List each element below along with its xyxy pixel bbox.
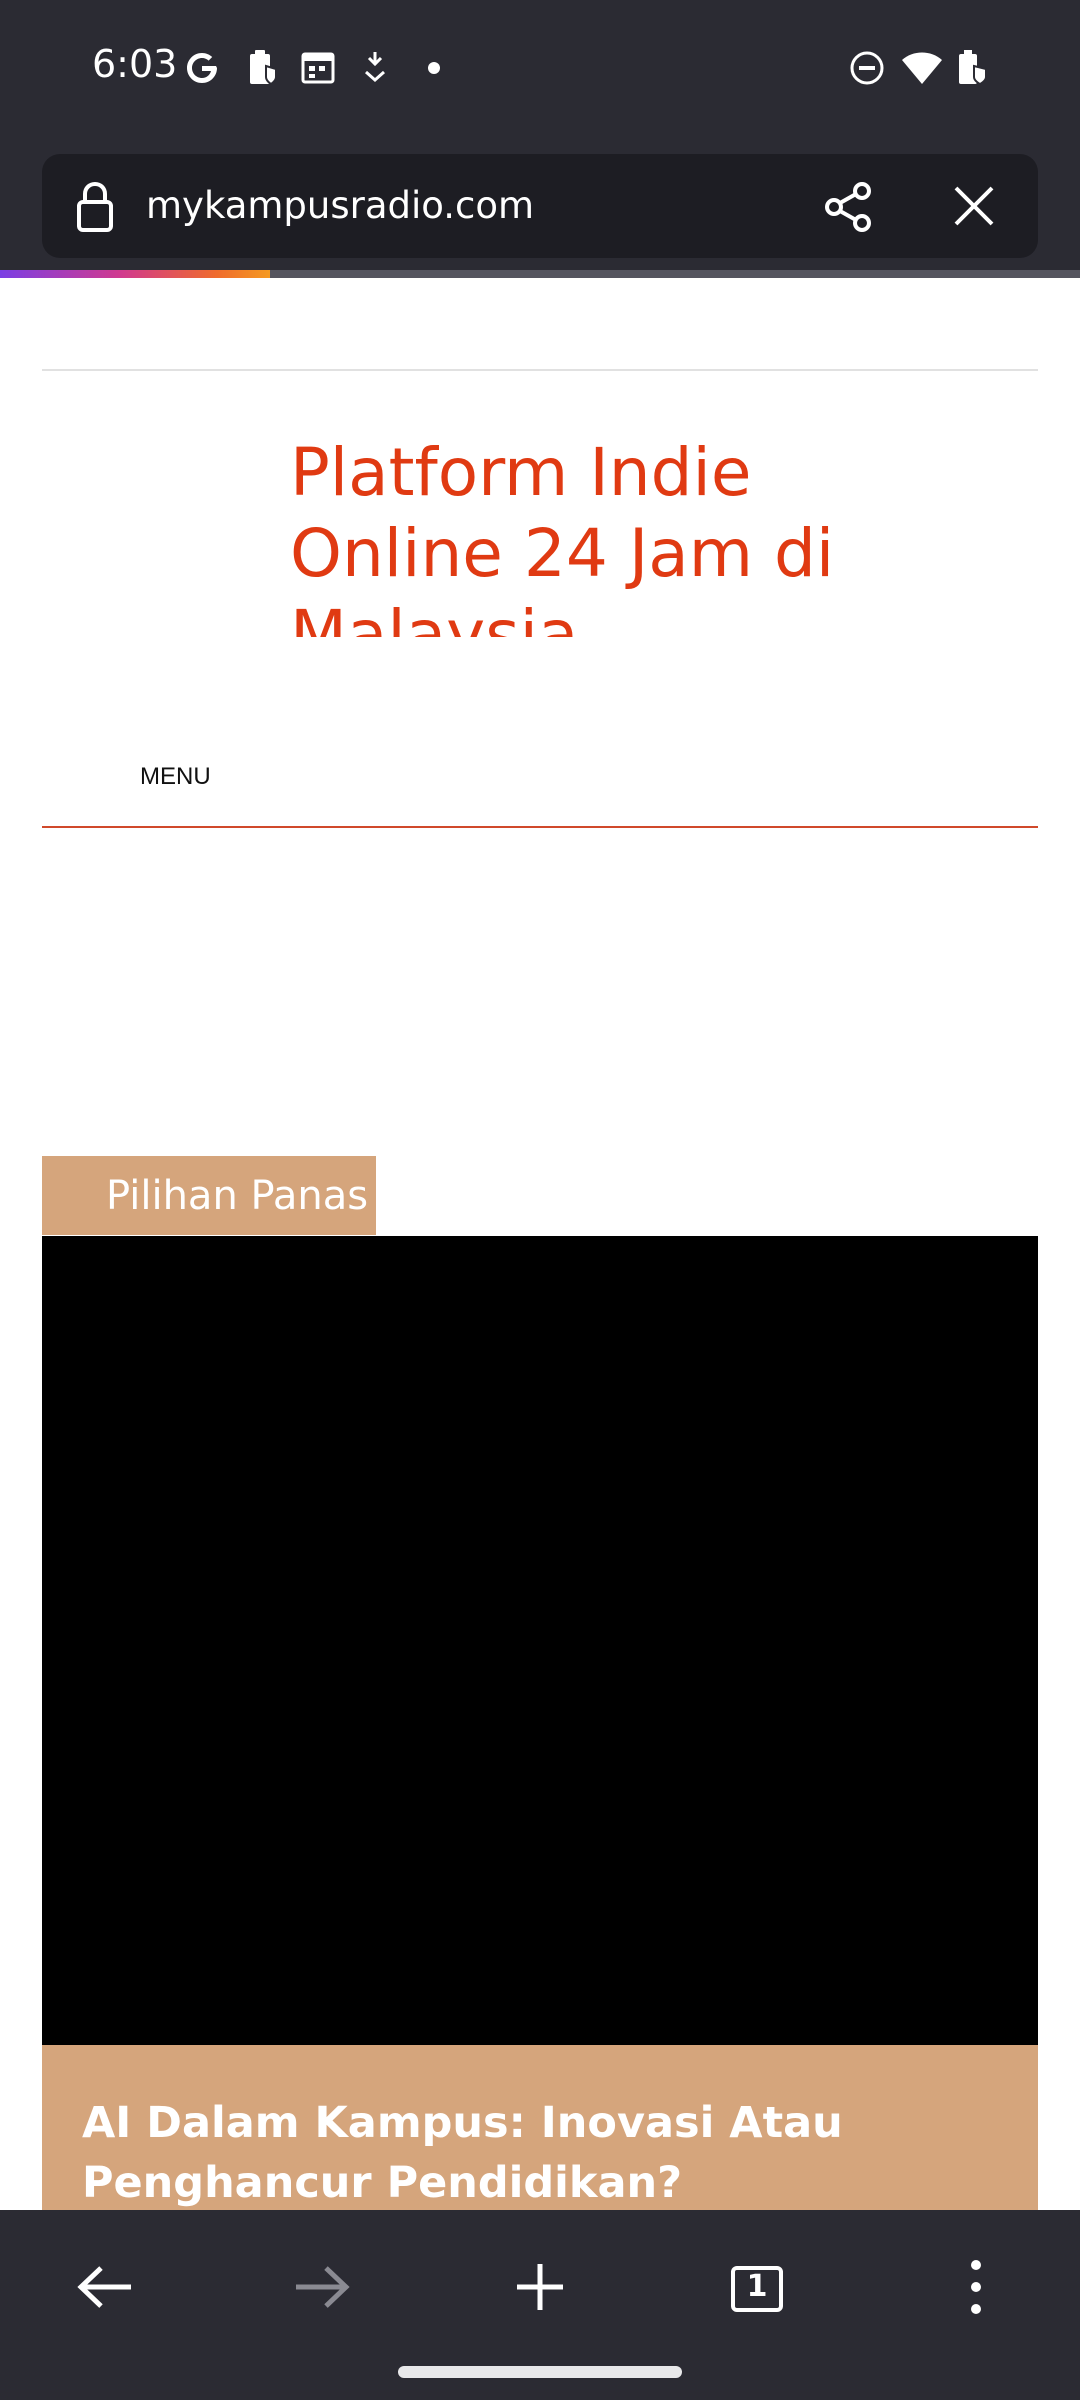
address-bar[interactable]: mykampusradio.com xyxy=(42,154,1038,258)
home-indicator[interactable] xyxy=(398,2366,682,2378)
lock-icon xyxy=(77,181,113,232)
site-title[interactable]: Platform Indie Online 24 Jam di Malaysia xyxy=(290,432,850,637)
share-icon[interactable] xyxy=(822,180,876,234)
status-bar: 6:03 xyxy=(0,0,1080,140)
plus-icon[interactable] xyxy=(490,2242,590,2332)
browser-toolbar: mykampusradio.com xyxy=(0,140,1080,276)
calendar-icon xyxy=(301,52,335,84)
close-icon[interactable] xyxy=(950,182,998,230)
dnd-icon xyxy=(850,51,884,85)
featured-article-card[interactable]: AI Dalam Kampus: Inovasi Atau Penghancur… xyxy=(42,2045,1038,2210)
download-icon xyxy=(365,52,385,83)
tab-count: 1 xyxy=(746,2269,768,2304)
url-text[interactable]: mykampusradio.com xyxy=(146,184,534,227)
dot-icon xyxy=(428,62,440,74)
progress-fill xyxy=(0,270,270,278)
forward-arrow-icon[interactable] xyxy=(272,2242,372,2332)
menu-button[interactable]: MENU xyxy=(140,763,211,791)
featured-video[interactable] xyxy=(42,1236,1038,2045)
browser-bottom-nav: 1 xyxy=(0,2210,1080,2400)
section-label-text: Pilihan Panas xyxy=(106,1173,369,1219)
more-vert-icon[interactable] xyxy=(926,2242,1026,2332)
menu-divider xyxy=(42,826,1038,828)
tab-switcher-button[interactable]: 1 xyxy=(706,2242,806,2332)
clipboard-icon xyxy=(250,50,277,86)
section-label-hot-picks: Pilihan Panas xyxy=(42,1156,376,1235)
status-time: 6:03 xyxy=(92,42,178,86)
back-arrow-icon[interactable] xyxy=(55,2242,155,2332)
article-title[interactable]: AI Dalam Kampus: Inovasi Atau Penghancur… xyxy=(82,2093,1038,2210)
header-divider xyxy=(42,369,1038,371)
google-icon xyxy=(187,53,217,83)
wifi-icon xyxy=(902,52,942,84)
battery-icon xyxy=(959,50,987,86)
page-load-progress xyxy=(0,270,1080,278)
